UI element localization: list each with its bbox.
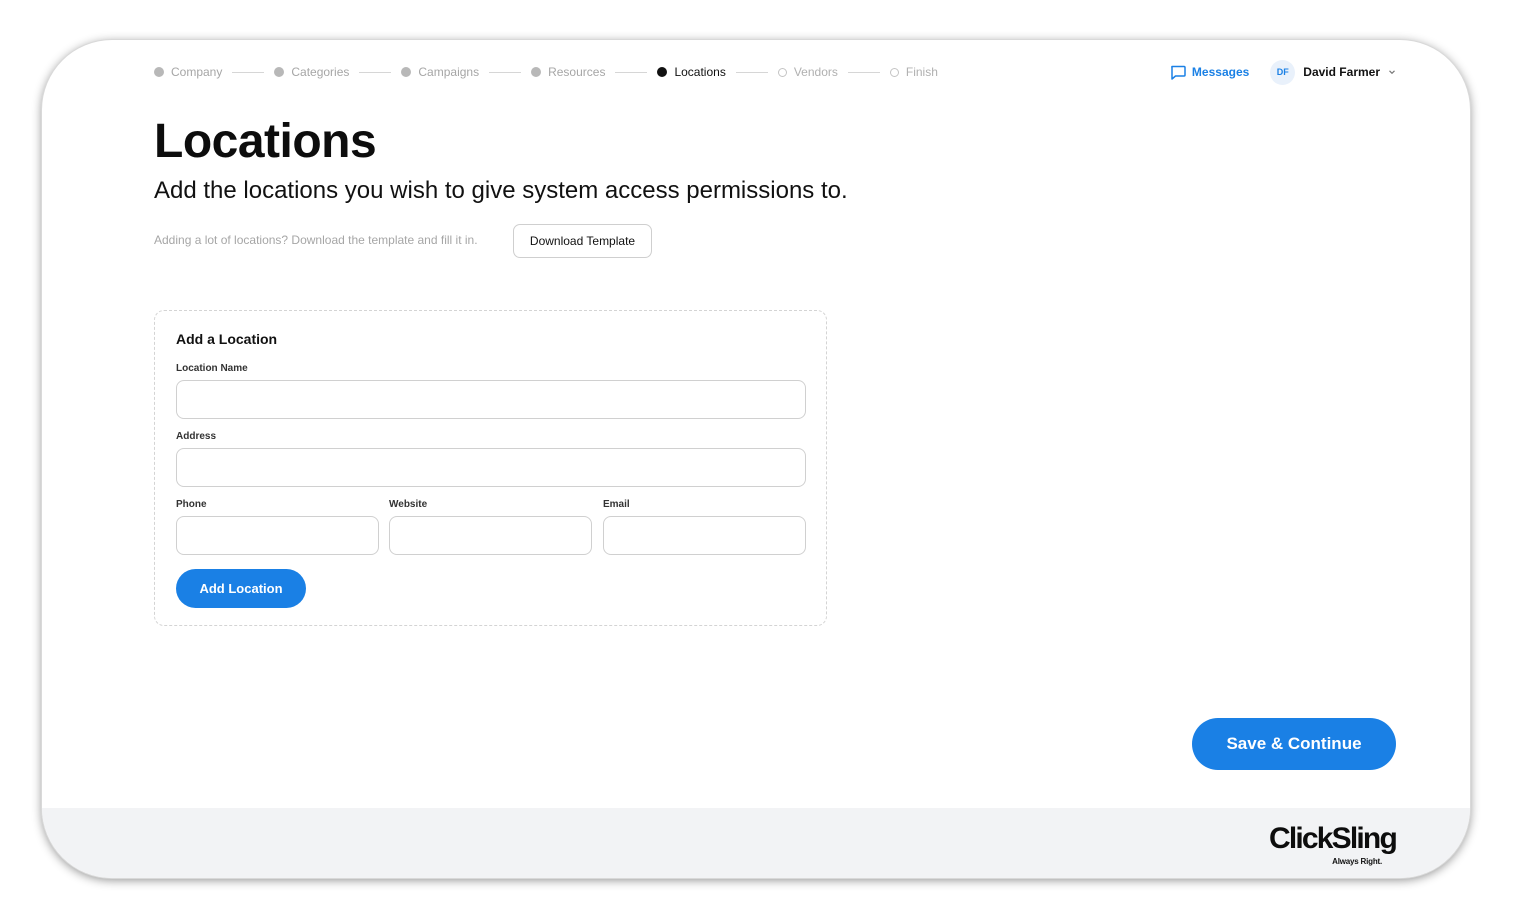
step-connector bbox=[489, 71, 522, 73]
save-continue-button[interactable]: Save & Continue bbox=[1192, 718, 1396, 770]
step-dot-icon bbox=[657, 67, 668, 77]
phone-label: Phone bbox=[176, 499, 207, 510]
website-input[interactable] bbox=[389, 516, 592, 555]
step-label: Resources bbox=[548, 65, 606, 79]
step-connector bbox=[615, 71, 648, 73]
page-subtitle: Add the locations you wish to give syste… bbox=[154, 177, 848, 204]
address-input[interactable] bbox=[176, 448, 806, 487]
website-label: Website bbox=[389, 499, 428, 510]
avatar[interactable]: DF bbox=[1270, 59, 1296, 85]
user-area: Messages DF David Farmer bbox=[1170, 58, 1396, 86]
user-name[interactable]: David Farmer bbox=[1303, 65, 1380, 79]
step-dot-icon bbox=[154, 67, 164, 77]
step-label: Categories bbox=[291, 65, 350, 79]
location-name-label: Location Name bbox=[176, 363, 248, 374]
step-label: Finish bbox=[905, 65, 938, 79]
step-dot-icon bbox=[777, 67, 787, 77]
phone-input[interactable] bbox=[176, 516, 379, 555]
card-title: Add a Location bbox=[176, 331, 278, 347]
step-finish: Finish bbox=[889, 65, 938, 79]
step-company[interactable]: Company bbox=[154, 65, 222, 79]
add-location-button[interactable]: Add Location bbox=[176, 569, 306, 608]
step-categories[interactable]: Categories bbox=[274, 65, 349, 79]
step-dot-icon bbox=[401, 67, 412, 77]
email-label: Email bbox=[603, 499, 630, 510]
step-connector bbox=[847, 71, 880, 73]
brand-tagline: Always Right. bbox=[1332, 857, 1382, 866]
step-vendors: Vendors bbox=[777, 65, 838, 79]
download-template-button[interactable]: Download Template bbox=[513, 224, 652, 258]
step-dot-icon bbox=[274, 67, 285, 77]
chevron-down-icon[interactable] bbox=[1388, 68, 1396, 76]
page-title: Locations bbox=[154, 115, 377, 168]
step-label: Locations bbox=[674, 65, 726, 79]
add-location-card: Add a Location Location Name Address Pho… bbox=[154, 310, 827, 626]
step-locations[interactable]: Locations bbox=[657, 65, 726, 79]
chat-bubble-icon bbox=[1171, 65, 1186, 80]
progress-stepper: Company Categories Campaigns Resources L… bbox=[154, 64, 938, 80]
messages-link[interactable]: Messages bbox=[1170, 65, 1249, 80]
step-connector bbox=[735, 71, 768, 73]
template-hint: Adding a lot of locations? Download the … bbox=[154, 233, 478, 247]
brand-logo: ClickSling Always Right. bbox=[1268, 822, 1398, 867]
messages-label: Messages bbox=[1191, 65, 1250, 79]
location-name-input[interactable] bbox=[176, 380, 806, 419]
step-campaigns[interactable]: Campaigns bbox=[401, 65, 479, 79]
step-label: Company bbox=[171, 65, 223, 79]
step-connector bbox=[359, 71, 392, 73]
step-resources[interactable]: Resources bbox=[531, 65, 605, 79]
step-dot-icon bbox=[889, 67, 899, 77]
address-label: Address bbox=[176, 431, 217, 442]
step-dot-icon bbox=[531, 67, 542, 77]
step-label: Vendors bbox=[793, 65, 838, 79]
app-window: Company Categories Campaigns Resources L… bbox=[42, 40, 1470, 878]
footer: ClickSling Always Right. bbox=[42, 808, 1470, 878]
brand-name: ClickSling bbox=[1268, 822, 1398, 855]
step-label: Campaigns bbox=[418, 65, 480, 79]
email-input[interactable] bbox=[603, 516, 806, 555]
step-connector bbox=[232, 71, 265, 73]
